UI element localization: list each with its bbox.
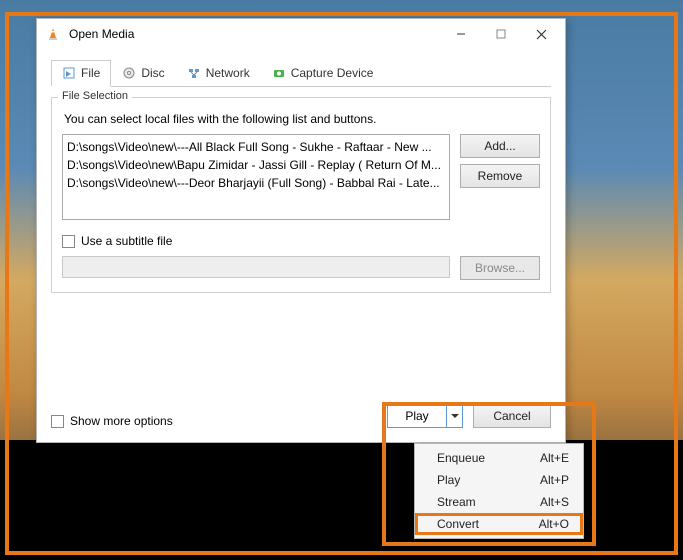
menu-item-enqueue[interactable]: Enqueue Alt+E: [415, 447, 583, 469]
cancel-button[interactable]: Cancel: [473, 404, 551, 428]
tab-file-label: File: [81, 66, 100, 80]
menu-item-play[interactable]: Play Alt+P: [415, 469, 583, 491]
file-selection-hint: You can select local files with the foll…: [64, 112, 540, 126]
disc-icon: [122, 66, 136, 80]
tab-capture-label: Capture Device: [291, 66, 374, 80]
menu-item-shortcut: Alt+O: [539, 517, 569, 531]
tab-capture[interactable]: Capture Device: [261, 59, 385, 86]
file-selection-group: File Selection You can select local file…: [51, 97, 551, 293]
subtitle-checkbox-label: Use a subtitle file: [81, 234, 172, 248]
remove-button[interactable]: Remove: [460, 164, 540, 188]
show-more-options[interactable]: Show more options: [51, 414, 173, 428]
capture-icon: [272, 66, 286, 80]
play-split-button[interactable]: Play: [387, 404, 463, 428]
menu-item-shortcut: Alt+S: [540, 495, 569, 509]
menu-item-stream[interactable]: Stream Alt+S: [415, 491, 583, 513]
titlebar[interactable]: Open Media: [37, 19, 565, 49]
play-button[interactable]: Play: [388, 405, 446, 427]
list-item[interactable]: D:\songs\Video\new\---Deor Bharjayii (Fu…: [67, 174, 445, 192]
list-item[interactable]: D:\songs\Video\new\Bapu Zimidar - Jassi …: [67, 156, 445, 174]
play-dropdown-menu: Enqueue Alt+E Play Alt+P Stream Alt+S Co…: [414, 443, 584, 539]
window-title: Open Media: [69, 27, 441, 41]
file-list[interactable]: D:\songs\Video\new\---All Black Full Son…: [62, 134, 450, 220]
subtitle-path-input: [62, 256, 450, 278]
menu-item-shortcut: Alt+E: [540, 451, 569, 465]
maximize-button[interactable]: [481, 20, 521, 48]
tab-network-label: Network: [206, 66, 250, 80]
tab-disc[interactable]: Disc: [111, 59, 175, 86]
show-more-label: Show more options: [70, 414, 173, 428]
add-button[interactable]: Add...: [460, 134, 540, 158]
tab-network[interactable]: Network: [176, 59, 261, 86]
menu-item-shortcut: Alt+P: [540, 473, 569, 487]
menu-item-label: Stream: [437, 495, 476, 509]
file-selection-legend: File Selection: [58, 90, 132, 102]
close-button[interactable]: [521, 20, 561, 48]
menu-item-label: Play: [437, 473, 460, 487]
file-icon: [62, 66, 76, 80]
menu-item-label: Convert: [437, 517, 479, 531]
menu-item-convert[interactable]: Convert Alt+O: [415, 513, 583, 535]
tab-file[interactable]: File: [51, 60, 111, 87]
menu-item-label: Enqueue: [437, 451, 485, 465]
tab-bar: File Disc Network Capture Device: [51, 59, 551, 87]
minimize-button[interactable]: [441, 20, 481, 48]
open-media-dialog: Open Media File Disc Network Capture Dev…: [36, 18, 566, 443]
show-more-checkbox[interactable]: [51, 415, 64, 428]
browse-button: Browse...: [460, 256, 540, 280]
list-item[interactable]: D:\songs\Video\new\---All Black Full Son…: [67, 138, 445, 156]
tab-disc-label: Disc: [141, 66, 164, 80]
subtitle-checkbox[interactable]: [62, 235, 75, 248]
network-icon: [187, 66, 201, 80]
vlc-cone-icon: [45, 26, 61, 42]
play-dropdown-toggle[interactable]: [446, 405, 462, 427]
